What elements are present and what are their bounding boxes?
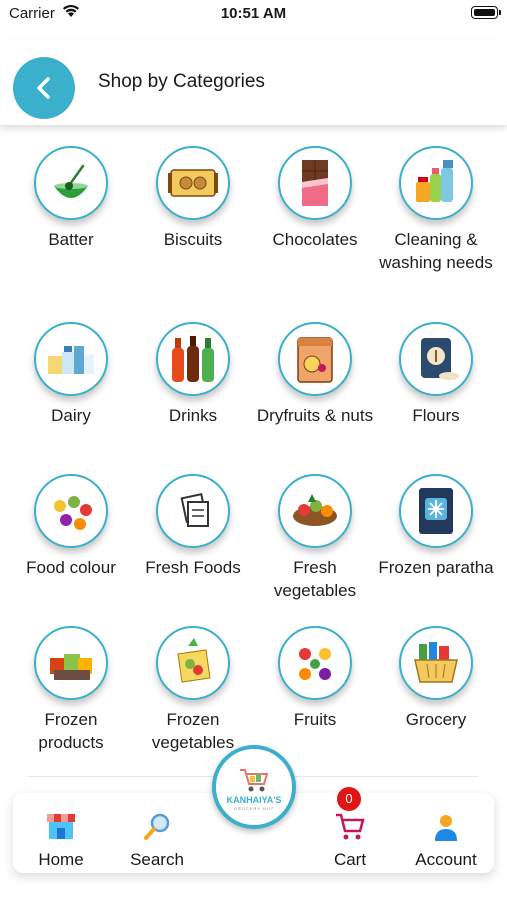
category-label: Frozen paratha (378, 558, 494, 577)
nav-cart[interactable]: Cart (305, 812, 395, 870)
header: Shop by Categories (0, 40, 507, 125)
category-batter[interactable]: Batter (11, 146, 131, 251)
category-label: Flours (412, 406, 460, 425)
biscuits-icon (156, 146, 230, 220)
food-colour-icon (34, 474, 108, 548)
user-icon (401, 812, 491, 842)
grocery-basket-icon (399, 626, 473, 700)
logo-subtext: GROCERY HUT (233, 806, 275, 811)
category-label: Fresh Foods (145, 558, 241, 577)
nav-home[interactable]: Home (16, 812, 106, 870)
battery-icon (471, 6, 501, 19)
category-flours[interactable]: Flours (376, 322, 496, 427)
category-label: Chocolates (272, 230, 358, 249)
category-food-colour[interactable]: Food colour (11, 474, 131, 579)
category-label: Batter (48, 230, 94, 249)
category-label: Grocery (405, 710, 467, 729)
category-cleaning[interactable]: Cleaning & washing needs (376, 146, 496, 274)
vegetables-basket-icon (278, 474, 352, 548)
category-frozen-vegetables[interactable]: Frozen vegetables (133, 626, 253, 754)
category-label: Biscuits (163, 230, 223, 249)
nav-account-label: Account (415, 850, 477, 869)
category-label: Fresh vegetables (273, 558, 357, 600)
category-frozen-products[interactable]: Frozen products (11, 626, 131, 754)
chocolate-icon (278, 146, 352, 220)
cart-count-badge: 0 (337, 787, 361, 811)
logo-text: KANHAIYA'S (226, 795, 282, 805)
cleaning-supplies-icon (399, 146, 473, 220)
category-fresh-vegetables[interactable]: Fresh vegetables (255, 474, 375, 602)
nav-search[interactable]: Search (112, 812, 202, 870)
category-dairy[interactable]: Dairy (11, 322, 131, 427)
category-fresh-foods[interactable]: Fresh Foods (133, 474, 253, 579)
fresh-foods-icon (156, 474, 230, 548)
store-icon (16, 812, 106, 842)
clock: 10:51 AM (220, 5, 287, 22)
home-logo-button[interactable]: KANHAIYA'S GROCERY HUT (212, 745, 296, 829)
search-icon (112, 812, 202, 842)
back-button[interactable] (13, 57, 75, 119)
category-label: Dairy (51, 406, 91, 425)
nav-cart-label: Cart (333, 850, 367, 869)
category-fruits[interactable]: Fruits (255, 626, 375, 731)
batter-icon (34, 146, 108, 220)
category-label: Fruits (293, 710, 337, 729)
category-chocolates[interactable]: Chocolates (255, 146, 375, 251)
category-dryfruits[interactable]: Dryfruits & nuts (255, 322, 375, 427)
chevron-left-icon (37, 77, 50, 99)
drinks-icon (156, 322, 230, 396)
category-label: Drinks (168, 406, 218, 425)
category-biscuits[interactable]: Biscuits (133, 146, 253, 251)
status-bar: Carrier 10:51 AM (0, 0, 507, 28)
fruits-icon (278, 626, 352, 700)
cart-logo-icon (240, 769, 269, 792)
page-title: Shop by Categories (98, 71, 265, 92)
category-label: Cleaning & washing needs (379, 230, 493, 272)
dryfruits-pack-icon (278, 322, 352, 396)
category-label: Dryfruits & nuts (256, 406, 374, 425)
frozen-products-icon (34, 626, 108, 700)
category-label: Frozen products (38, 710, 104, 752)
category-frozen-paratha[interactable]: Frozen paratha (376, 474, 496, 579)
flour-sack-icon (399, 322, 473, 396)
category-grocery[interactable]: Grocery (376, 626, 496, 731)
nav-home-label: Home (38, 850, 84, 869)
cart-icon (305, 812, 395, 842)
frozen-pack-icon (399, 474, 473, 548)
category-label: Food colour (26, 558, 116, 577)
nav-search-label: Search (130, 850, 184, 869)
category-drinks[interactable]: Drinks (133, 322, 253, 427)
frozen-vegetables-icon (156, 626, 230, 700)
nav-account[interactable]: Account (401, 812, 491, 870)
category-label: Frozen vegetables (151, 710, 235, 752)
dairy-icon (34, 322, 108, 396)
